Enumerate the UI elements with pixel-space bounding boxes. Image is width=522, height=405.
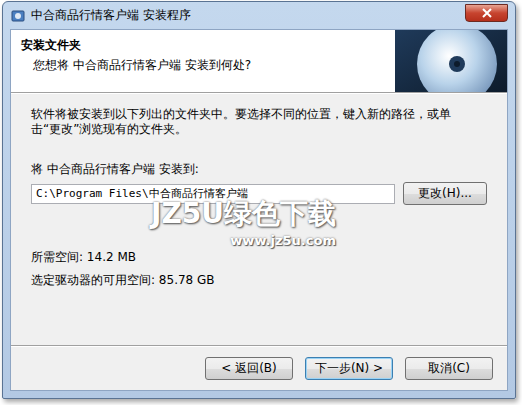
footer-button[interactable]: 下一步(N) > [305,357,393,380]
header-title: 安装文件夹 [21,37,251,54]
client-area: 安装文件夹您想将 中合商品行情客户端 安装到何处? 软件将被安装到以下列出的文件夹… [10,29,508,391]
path-label: 将 中合商品行情客户端 安装到: [31,161,487,178]
title-bar[interactable]: 中合商品行情客户端 安装程序 [10,2,508,29]
description-text: 软件将被安装到以下列出的文件夹中。要选择不同的位置，键入新的路径，或单击“更改”… [31,107,487,137]
required-space: 所需空间: 14.2 MB [31,249,487,266]
cd-disc-icon [395,30,507,92]
window-title: 中合商品行情客户端 安装程序 [31,7,460,24]
installer-window: 中合商品行情客户端 安装程序安装文件夹您想将 中合商品行情客户端 安装到何处? 软… [2,1,516,399]
watermark: JZ5U绿色下载www.jz5u.com [151,195,336,248]
installer-icon [10,8,26,24]
change-button[interactable]: 更改(H)... [403,182,487,205]
path-input[interactable]: C:\Program Files\中合商品行情客户端 [31,184,395,204]
button-bar: < 返回(B) 下一步(N) > 取消(C) [11,346,507,390]
body-panel: 软件将被安装到以下列出的文件夹中。要选择不同的位置，键入新的路径，或单击“更改”… [11,93,507,346]
page: 中合商品行情客户端 安装程序安装文件夹您想将 中合商品行情客户端 安装到何处? 软… [0,0,522,405]
close-icon [481,8,493,18]
footer-button[interactable]: 取消(C) [405,357,493,380]
header-panel: 安装文件夹您想将 中合商品行情客户端 安装到何处? [11,30,507,93]
free-space: 选定驱动器的可用空间: 85.78 GB [31,272,487,289]
close-button[interactable] [465,4,508,22]
header-subtitle: 您想将 中合商品行情客户端 安装到何处? [21,57,251,74]
footer-button[interactable]: < 返回(B) [205,357,293,380]
